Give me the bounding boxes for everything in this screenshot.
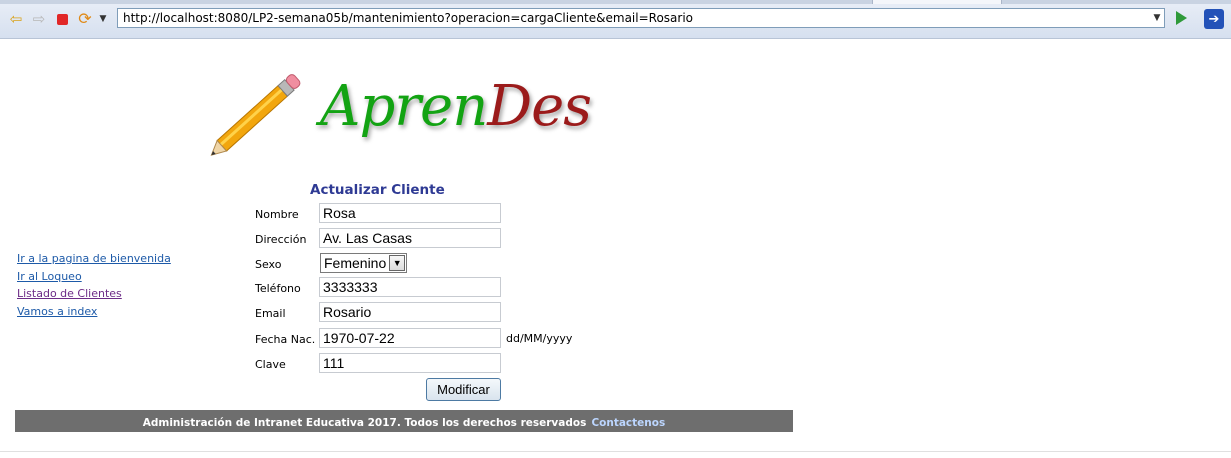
label-clave: Clave bbox=[255, 358, 286, 371]
back-icon[interactable]: ⇦ bbox=[7, 10, 25, 28]
clave-input[interactable]: 111 bbox=[319, 353, 501, 373]
modificar-button[interactable]: Modificar bbox=[426, 378, 501, 401]
label-fecha-nac: Fecha Nac. bbox=[255, 333, 316, 346]
link-bienvenida[interactable]: Ir a la pagina de bienvenida bbox=[17, 250, 171, 268]
form-title: Actualizar Cliente bbox=[310, 182, 445, 198]
active-tab[interactable] bbox=[872, 0, 1002, 4]
sexo-selected-value: Femenino bbox=[324, 255, 387, 271]
direccion-input[interactable]: Av. Las Casas bbox=[319, 228, 501, 248]
brand-logo: AprenDes bbox=[320, 74, 592, 139]
link-logueo[interactable]: Ir al Loqueo bbox=[17, 268, 171, 286]
label-direccion: Dirección bbox=[255, 233, 307, 246]
chevron-down-icon[interactable]: ▼ bbox=[389, 255, 406, 271]
forward-icon[interactable]: ⇨ bbox=[30, 10, 48, 28]
link-listado-clientes[interactable]: Listado de Clientes bbox=[17, 285, 171, 303]
footer-text: Administración de Intranet Educativa 201… bbox=[142, 417, 587, 429]
label-sexo: Sexo bbox=[255, 258, 282, 271]
divider bbox=[0, 451, 1231, 452]
fecha-format-hint: dd/MM/yyyy bbox=[506, 332, 573, 345]
tab-strip bbox=[0, 0, 1231, 4]
brand-part-1: Apren bbox=[320, 74, 488, 139]
label-email: Email bbox=[255, 307, 286, 320]
label-telefono: Teléfono bbox=[255, 282, 301, 295]
telefono-input[interactable]: 3333333 bbox=[319, 277, 501, 297]
pencil-logo-icon bbox=[210, 74, 301, 156]
browser-toolbar: ⇦ ⇨ ⟳ ▼ http://localhost:8080/LP2-semana… bbox=[0, 0, 1231, 39]
link-index[interactable]: Vamos a index bbox=[17, 303, 171, 321]
url-dropdown-icon[interactable]: ▼ bbox=[1150, 13, 1164, 23]
label-nombre: Nombre bbox=[255, 208, 299, 221]
exit-icon[interactable]: ➔ bbox=[1204, 9, 1224, 29]
sexo-select[interactable]: Femenino ▼ bbox=[320, 253, 408, 273]
fecha-nac-input[interactable]: 1970-07-22 bbox=[319, 328, 501, 348]
reload-icon[interactable]: ⟳ bbox=[76, 10, 94, 28]
contact-link[interactable]: Contactenos bbox=[591, 417, 665, 429]
address-bar[interactable]: http://localhost:8080/LP2-semana05b/mant… bbox=[117, 8, 1165, 28]
nombre-input[interactable]: Rosa bbox=[319, 203, 501, 223]
email-input[interactable]: Rosario bbox=[319, 302, 501, 322]
page-footer: Administración de Intranet Educativa 201… bbox=[15, 410, 793, 432]
go-icon[interactable] bbox=[1176, 11, 1187, 25]
brand-part-2: Des bbox=[487, 74, 592, 139]
stop-icon[interactable] bbox=[53, 10, 71, 28]
history-dropdown-icon[interactable]: ▼ bbox=[97, 10, 109, 28]
sidebar-links: Ir a la pagina de bienvenida Ir al Loque… bbox=[17, 250, 171, 320]
url-text[interactable]: http://localhost:8080/LP2-semana05b/mant… bbox=[118, 11, 1150, 25]
